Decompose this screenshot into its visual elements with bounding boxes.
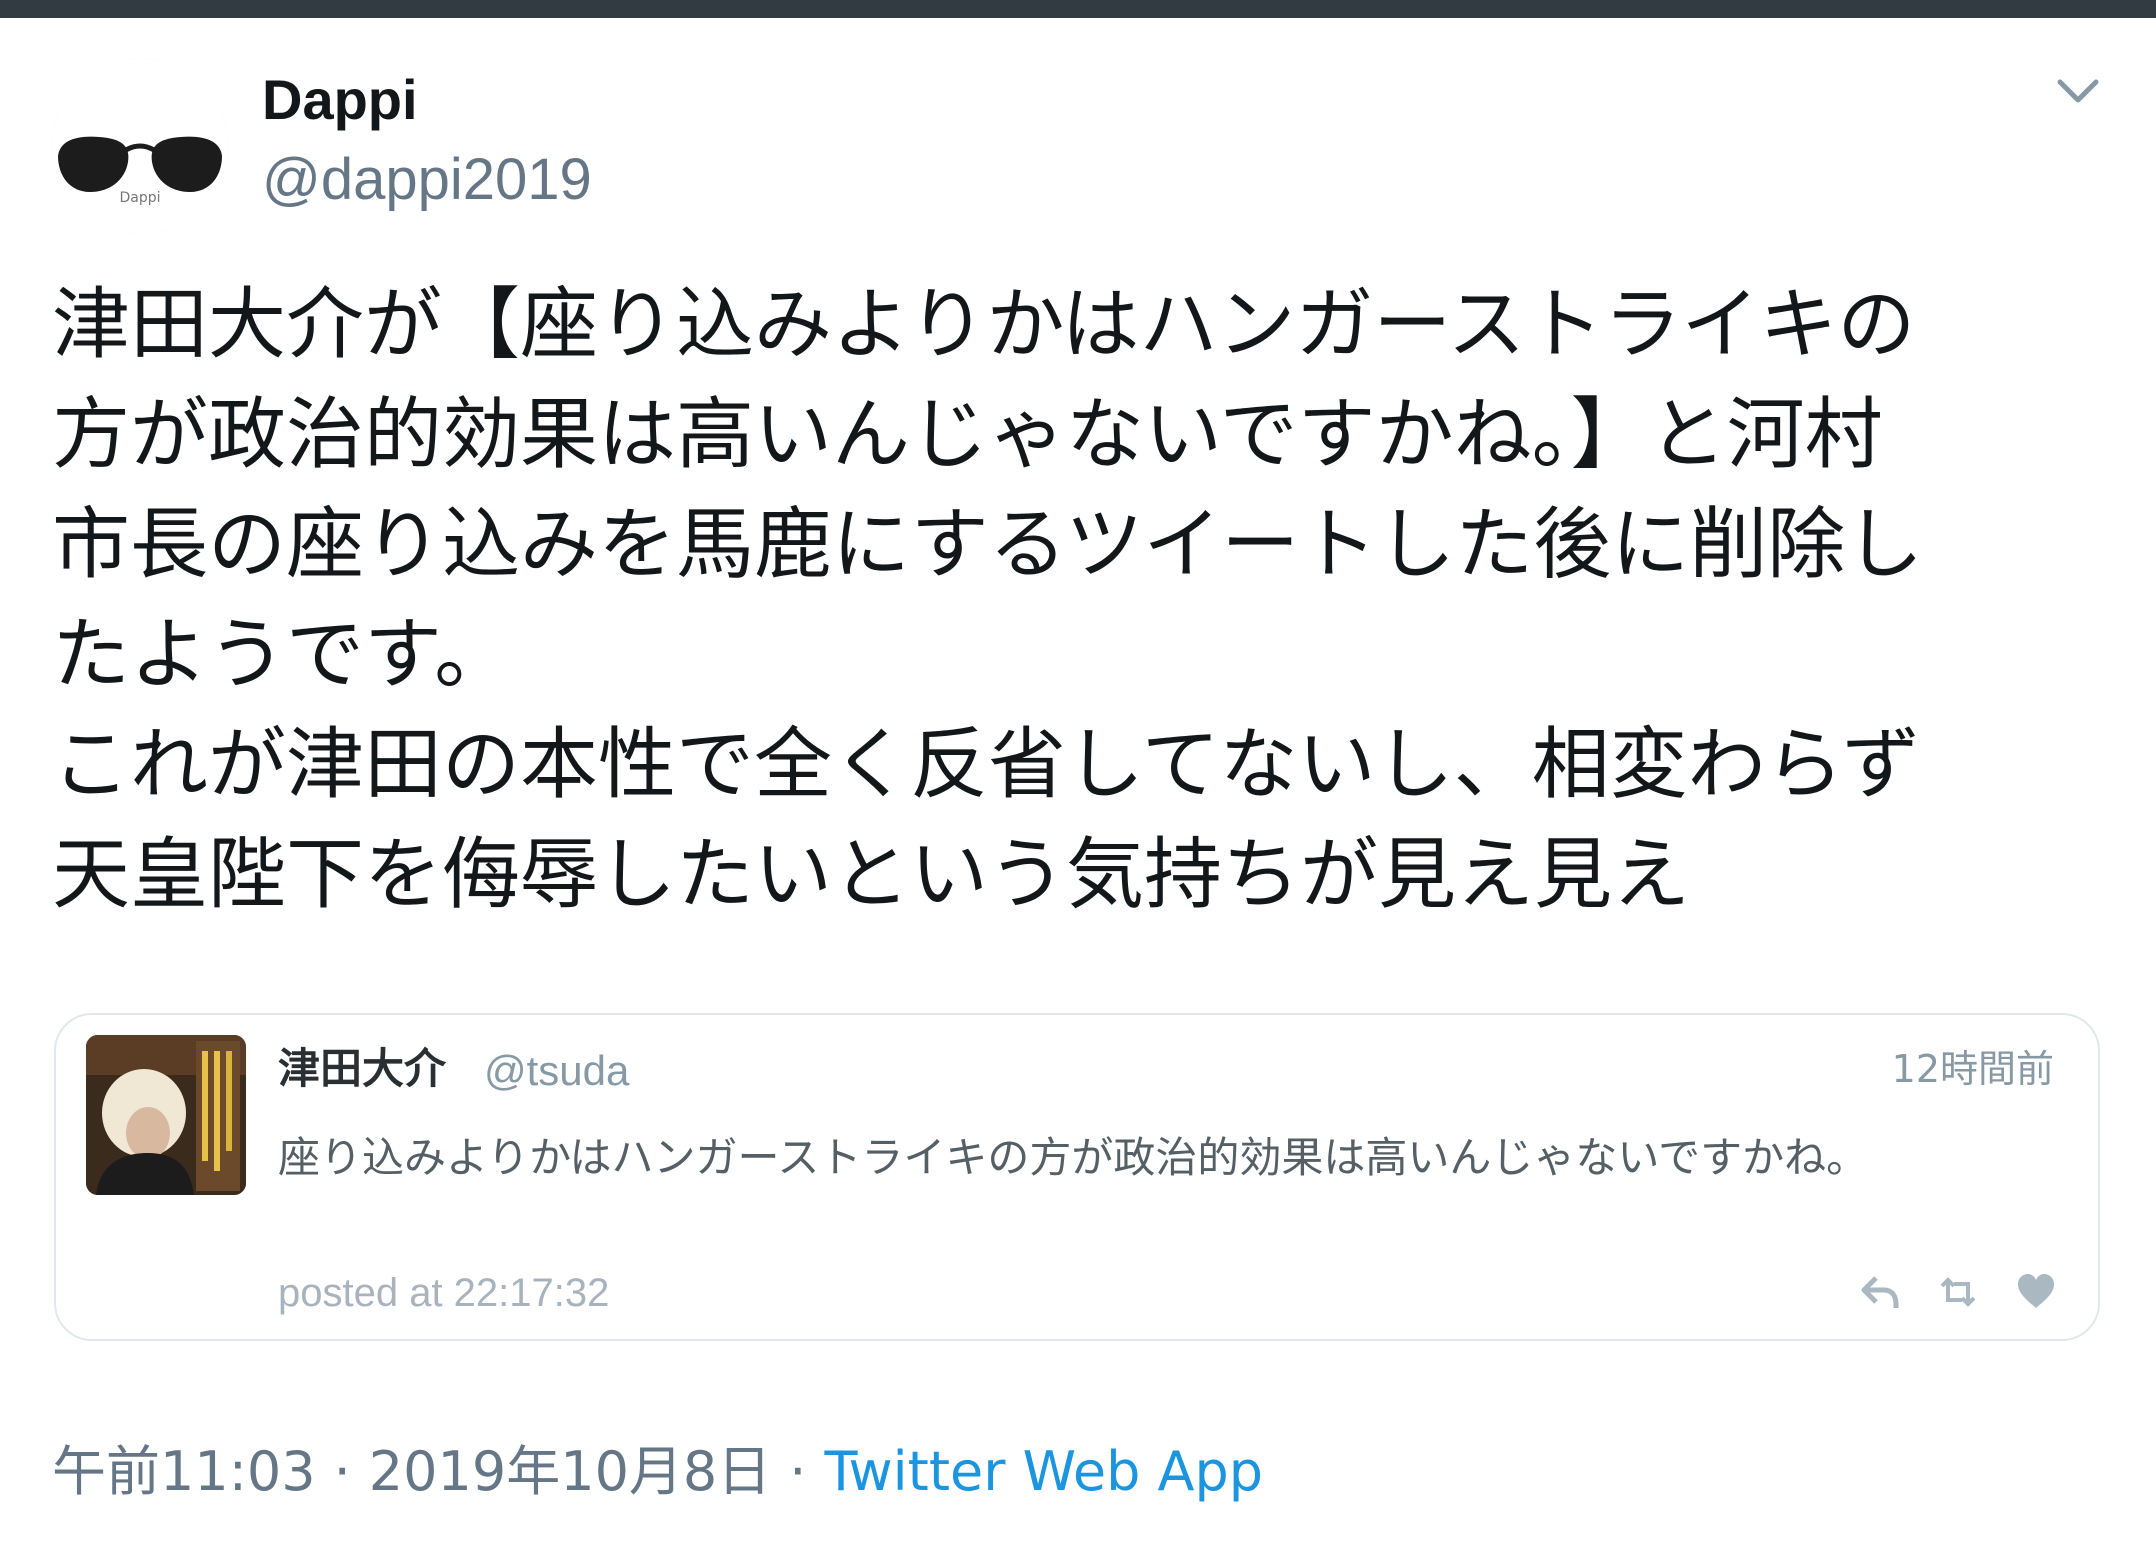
more-options-button[interactable] — [2052, 64, 2104, 116]
author-display-name[interactable]: Dappi — [262, 64, 418, 136]
quoted-author-name[interactable]: 津田大介 — [278, 1041, 446, 1097]
retweet-icon — [1940, 1277, 1976, 1307]
chevron-down-icon — [2057, 79, 2099, 103]
tweet-text: 津田大介が【座り込みよりかはハンガーストライキの 方が政治的効果は高いんじゃない… — [52, 270, 2108, 930]
avatar-photo-icon — [86, 1035, 246, 1195]
retweet-button[interactable] — [1936, 1270, 1980, 1314]
tweet-text-line: たようです。 — [52, 610, 513, 700]
quoted-author-avatar[interactable] — [86, 1035, 246, 1195]
tweet-footer: 午前11:03 · 2019年10月8日 · Twitter Web App — [52, 1436, 1263, 1508]
tweet-text-line: 方が政治的効果は高いんじゃないですかね。】と河村 — [52, 390, 1883, 480]
reply-icon — [1861, 1276, 1899, 1308]
footer-separator: · — [789, 1440, 807, 1503]
reply-button[interactable] — [1858, 1270, 1902, 1314]
quoted-posted-time: posted at 22:17:32 — [278, 1271, 610, 1315]
window-top-strip — [0, 0, 2156, 18]
quoted-timestamp[interactable]: 12時間前 — [1892, 1041, 2054, 1097]
author-handle[interactable]: @dappi2019 — [262, 144, 592, 216]
sunglasses-icon: Dappi — [52, 58, 228, 234]
avatar-caption: Dappi — [119, 190, 160, 206]
tweet-text-line: 天皇陛下を侮辱したいという気持ちが見え見え — [52, 830, 1691, 920]
quoted-tweet-card[interactable]: 津田大介 @tsuda 12時間前 座り込みよりかはハンガーストライキの方が政治… — [54, 1013, 2100, 1341]
source-app-link[interactable]: Twitter Web App — [824, 1440, 1263, 1503]
tweet-date[interactable]: 2019年10月8日 — [369, 1440, 772, 1503]
quoted-author-handle[interactable]: @tsuda — [484, 1043, 629, 1099]
like-button[interactable] — [2014, 1270, 2058, 1314]
footer-separator: · — [333, 1440, 351, 1503]
tweet-text-line: 市長の座り込みを馬鹿にするツイートした後に削除し — [52, 500, 1924, 590]
quoted-tweet-text: 座り込みよりかはハンガーストライキの方が政治的効果は高いんじゃないですかね。 — [278, 1133, 1869, 1182]
tweet-text-line: 津田大介が【座り込みよりかはハンガーストライキの — [52, 280, 1916, 370]
tweet-time[interactable]: 午前11:03 — [52, 1440, 316, 1503]
tweet-text-line: これが津田の本性で全く反省してないし、相変わらず — [52, 720, 1921, 810]
like-icon — [2018, 1274, 2054, 1308]
quoted-action-bar — [1858, 1267, 2058, 1317]
author-avatar[interactable]: Dappi — [52, 58, 228, 234]
